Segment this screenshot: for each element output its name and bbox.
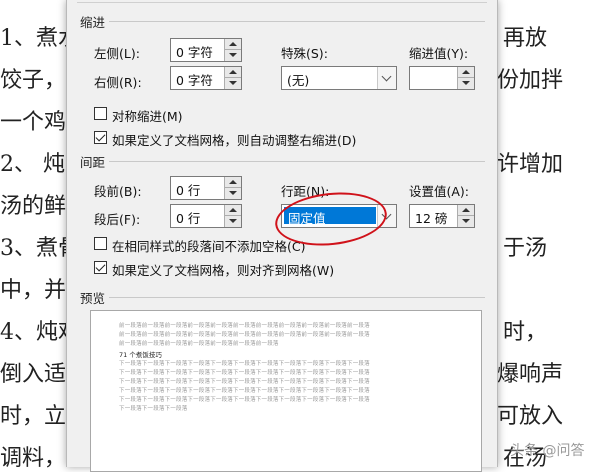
- doc-line-right: 于汤: [503, 236, 548, 261]
- indent-value-spinner[interactable]: [409, 66, 475, 90]
- spin-up-button[interactable]: [225, 67, 241, 78]
- spin-down-button[interactable]: [225, 216, 241, 227]
- spin-down-button[interactable]: [225, 188, 241, 199]
- caret-up-icon: [229, 70, 237, 74]
- doc-line-right: 可放入: [497, 404, 564, 429]
- doc-line-right: 时，: [503, 320, 548, 345]
- indent-right-spinner[interactable]: 0 字符: [170, 66, 242, 90]
- indent-left-spinner[interactable]: 0 字符: [170, 38, 242, 62]
- indent-group-title: 缩进: [80, 15, 106, 30]
- doc-line-right: 许增加: [497, 152, 564, 177]
- indent-value-label: 缩进值(Y):: [409, 46, 469, 61]
- preview-next-line: 下一段落下一段落下一段落下一段落下一段落下一段落下一段落下一段落下一段落下一段落…: [119, 361, 370, 367]
- preview-next-line: 下一段落下一段落下一段落下一段落下一段落下一段落下一段落下一段落下一段落下一段落…: [119, 379, 370, 385]
- space-after-label: 段后(F):: [94, 212, 141, 227]
- space-before-label: 段前(B):: [94, 184, 142, 199]
- space-before-value: 0 行: [176, 183, 201, 198]
- caret-up-icon: [229, 208, 237, 212]
- spin-up-button[interactable]: [458, 205, 474, 216]
- spacing-divider: [109, 161, 485, 162]
- spin-down-button[interactable]: [225, 78, 241, 89]
- spin-up-button[interactable]: [225, 177, 241, 188]
- line-spacing-select[interactable]: 固定值: [281, 204, 397, 228]
- paragraph-preview: 前一段落前一段落前一段落前一段落前一段落前一段落前一段落前一段落前一段落前一段落…: [90, 310, 482, 472]
- preview-next-line: 下一段落下一段落下一段落下一段落下一段落下一段落下一段落下一段落下一段落下一段落…: [119, 397, 370, 403]
- doc-line-right: 再放: [503, 26, 548, 51]
- preview-prev-line: 前一段落前一段落前一段落前一段落前一段落前一段落前一段落: [119, 341, 279, 347]
- space-after-value: 0 行: [176, 211, 201, 226]
- dropdown-button[interactable]: [377, 67, 396, 89]
- spin-down-button[interactable]: [458, 216, 474, 227]
- caret-up-icon: [462, 70, 470, 74]
- preview-next-line: 下一段落下一段落下一段落: [119, 406, 188, 412]
- chevron-down-icon: [381, 71, 392, 82]
- preview-next-line: 下一段落下一段落下一段落下一段落下一段落下一段落下一段落下一段落下一段落下一段落…: [119, 388, 370, 394]
- no-space-same-style-checkbox[interactable]: [94, 237, 107, 250]
- auto-adjust-indent-label: 如果定义了文档网格，则自动调整右缩进(D): [112, 133, 357, 148]
- line-spacing-label: 行距(N):: [281, 184, 330, 199]
- indent-divider: [109, 21, 485, 22]
- snap-to-grid-label: 如果定义了文档网格，则对齐到网格(W): [112, 263, 335, 278]
- indent-left-value: 0 字符: [176, 45, 213, 60]
- special-indent-value: (无): [287, 73, 310, 88]
- doc-line: 2、 炖: [0, 152, 65, 177]
- paragraph-dialog: 缩进 左侧(L): 0 字符 右侧(R): 0 字符 特殊(S): (无) 缩进…: [66, 0, 498, 472]
- dialog-top-border: [77, 2, 487, 3]
- preview-next-line: 下一段落下一段落下一段落下一段落下一段落下一段落下一段落下一段落下一段落下一段落…: [119, 370, 370, 376]
- dropdown-button[interactable]: [377, 205, 396, 227]
- auto-adjust-indent-checkbox[interactable]: [94, 131, 107, 144]
- indent-left-label: 左侧(L):: [94, 46, 140, 61]
- preview-sample-text: 71 个煮饭技巧: [119, 351, 162, 359]
- preview-prev-line: 前一段落前一段落前一段落前一段落前一段落前一段落前一段落前一段落前一段落前一段落…: [119, 332, 370, 338]
- spin-up-button[interactable]: [458, 67, 474, 78]
- spin-down-button[interactable]: [458, 78, 474, 89]
- caret-up-icon: [229, 180, 237, 184]
- set-value-spinner[interactable]: 12 磅: [409, 204, 475, 228]
- special-indent-label: 特殊(S):: [281, 46, 328, 61]
- caret-up-icon: [229, 42, 237, 46]
- doc-line-right: 爆响声: [497, 362, 564, 387]
- indent-right-value: 0 字符: [176, 73, 213, 88]
- special-indent-select[interactable]: (无): [281, 66, 397, 90]
- caret-down-icon: [462, 81, 470, 85]
- no-space-same-style-label: 在相同样式的段落间不添加空格(C): [112, 239, 306, 254]
- caret-down-icon: [229, 219, 237, 223]
- spin-down-button[interactable]: [225, 50, 241, 61]
- caret-down-icon: [229, 53, 237, 57]
- chevron-down-icon: [381, 209, 392, 220]
- mirror-indent-checkbox[interactable]: [94, 107, 107, 120]
- set-value-label: 设置值(A):: [409, 184, 470, 199]
- mirror-indent-label: 对称缩进(M): [112, 109, 183, 124]
- caret-down-icon: [229, 191, 237, 195]
- caret-down-icon: [462, 219, 470, 223]
- doc-line-right: 份加拌: [497, 68, 564, 93]
- watermark: 头条 @问答: [510, 443, 585, 459]
- space-before-spinner[interactable]: 0 行: [170, 176, 242, 200]
- preview-prev-line: 前一段落前一段落前一段落前一段落前一段落前一段落前一段落前一段落前一段落前一段落…: [119, 323, 370, 329]
- spin-up-button[interactable]: [225, 39, 241, 50]
- caret-up-icon: [462, 208, 470, 212]
- spacing-group-title: 间距: [80, 155, 106, 170]
- caret-down-icon: [229, 81, 237, 85]
- set-value-field: 12 磅: [415, 211, 448, 226]
- indent-right-label: 右侧(R):: [94, 75, 142, 90]
- space-after-spinner[interactable]: 0 行: [170, 204, 242, 228]
- line-spacing-value: 固定值: [284, 207, 376, 226]
- preview-group-title: 预览: [80, 291, 106, 306]
- spin-up-button[interactable]: [225, 205, 241, 216]
- snap-to-grid-checkbox[interactable]: [94, 261, 107, 274]
- preview-divider: [109, 297, 485, 298]
